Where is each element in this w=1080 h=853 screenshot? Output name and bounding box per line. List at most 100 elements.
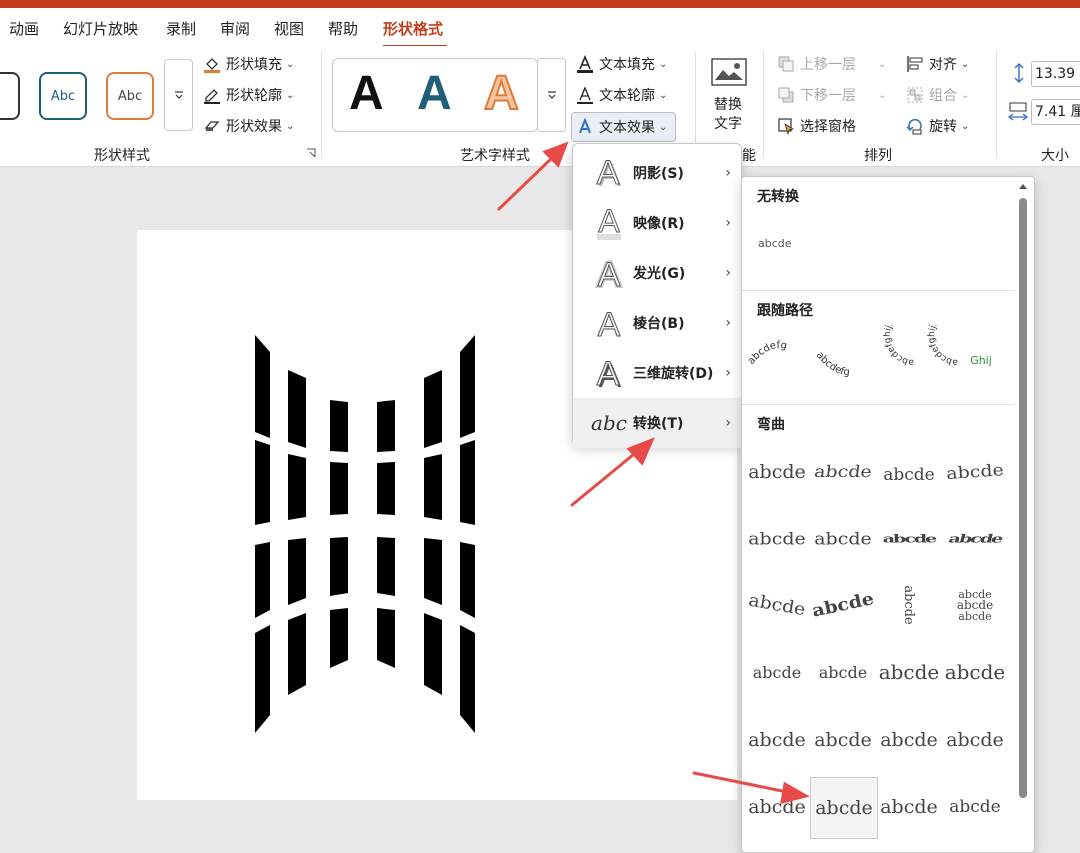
group-button[interactable]: 组合 ⌄ (906, 82, 969, 108)
tab-animation[interactable]: 动画 (9, 18, 39, 39)
chevron-right-icon: › (725, 415, 731, 431)
send-backward-button[interactable]: 下移一层 ⌄ (777, 82, 886, 108)
dialog-launcher-icon[interactable] (306, 148, 316, 158)
warp-option-triangle-up[interactable]: abcde (876, 445, 942, 505)
warp-option-inflate[interactable]: abcde (744, 777, 810, 837)
send-backward-icon (778, 87, 794, 103)
alt-text-button[interactable]: 替换 文字 (706, 56, 752, 136)
shadow-a-icon: AA (596, 156, 622, 190)
warp-option-stop[interactable]: abcde (807, 447, 879, 498)
no-transform-option[interactable]: abcde (758, 237, 792, 250)
text-outline-label: 文本轮廓 (599, 88, 655, 104)
warp-option-arch-up[interactable]: abcde (742, 573, 814, 638)
wordart-style-teal[interactable]: A (417, 66, 452, 121)
wordart-style-black[interactable]: A (349, 66, 384, 121)
shape-effects-button[interactable]: 形状效果 ⌄ (203, 113, 294, 139)
menu-divider (742, 404, 1014, 405)
text-fill-button[interactable]: 文本填充 ⌄ (576, 51, 667, 77)
menu-item-label: 棱台(B) (633, 316, 685, 332)
group-label-shape-styles: 形状样式 (94, 148, 150, 164)
shape-style-gallery-more[interactable] (164, 59, 193, 131)
menu-item-bevel[interactable]: A 棱台(B) › (573, 298, 741, 348)
warp-option-chevron-down[interactable]: abcde (810, 512, 876, 566)
svg-text:A: A (598, 204, 620, 239)
tab-slideshow[interactable]: 幻灯片放映 (63, 18, 138, 39)
follow-path-options[interactable]: abcdefg abcdefg abcdefghijklm abcdefghij… (746, 325, 1016, 395)
warp-option-double-wave-2[interactable]: abcde (942, 710, 1008, 770)
path-arch-up-sample[interactable]: abcdefg (746, 340, 788, 367)
svg-text:A: A (597, 356, 620, 390)
text-effects-button[interactable]: 文本效果 ⌄ (571, 112, 677, 142)
chevron-right-icon: › (725, 265, 731, 281)
warp-option-deflate-selected[interactable]: abcde (810, 777, 878, 839)
text-fill-a-icon (577, 55, 593, 73)
path-circle-sample[interactable]: abcdefghijklm (883, 325, 914, 367)
tab-view[interactable]: 视图 (274, 18, 304, 39)
warp-option-double-wave-1[interactable]: abcde (876, 710, 942, 770)
shape-style-orange[interactable]: Abc (106, 72, 154, 120)
warp-option-chevron-up[interactable]: abcde (744, 512, 810, 566)
menu-item-label: 阴影(S) (633, 166, 684, 182)
submenu-scrollbar[interactable] (1016, 178, 1030, 849)
shape-style-black[interactable]: c (0, 72, 20, 120)
warp-option-ring-inside[interactable]: abcde (876, 521, 942, 557)
shape-style-teal[interactable]: Abc (39, 72, 87, 120)
tab-review[interactable]: 审阅 (220, 18, 250, 39)
scrollbar-thumb[interactable] (1019, 198, 1027, 798)
align-button[interactable]: 对齐 ⌄ (906, 51, 969, 77)
paint-bucket-icon (204, 58, 220, 73)
text-outline-button[interactable]: 文本轮廓 ⌄ (576, 82, 667, 108)
group-objects-icon (907, 87, 923, 103)
wordart-style-orange-outline[interactable]: A (483, 66, 520, 121)
bring-forward-label: 上移一层 (800, 57, 856, 73)
warp-option-triangle-down[interactable]: abcde (940, 444, 1009, 499)
shape-height-icon (1014, 63, 1024, 83)
warp-option-can-up[interactable]: abcde (876, 642, 942, 702)
warp-option-can-down[interactable]: abcde (942, 642, 1008, 702)
shape-outline-button[interactable]: 形状轮廓 ⌄ (203, 82, 294, 108)
tab-shape-format[interactable]: 形状格式 (383, 18, 443, 39)
rotate-button[interactable]: 旋转 ⌄ (906, 113, 969, 139)
chevron-down-icon: ⌄ (961, 120, 970, 132)
warp-option-curve-down[interactable]: abcde (810, 642, 876, 702)
warp-option-button[interactable]: abcde abcde abcde (942, 575, 1008, 635)
warp-option-curve-up[interactable]: abcde (744, 642, 810, 702)
align-icon (907, 56, 923, 72)
menu-item-3d-rotation[interactable]: AA 三维旋转(D) › (573, 348, 741, 398)
warp-option-circle[interactable]: abcde (879, 572, 939, 638)
menu-item-shadow[interactable]: AA 阴影(S) › (573, 148, 741, 198)
warp-option-deflate-bottom[interactable]: abcde (942, 777, 1008, 837)
menu-item-label: 三维旋转(D) (633, 366, 714, 382)
chevron-down-icon: ⌄ (659, 121, 668, 133)
shape-height-input[interactable]: 13.39 (1031, 61, 1080, 87)
chevron-down-icon: ⌄ (286, 89, 295, 101)
warp-option-arch-down[interactable]: abcde (805, 572, 881, 639)
warp-button-line: abcde (956, 597, 994, 612)
menu-item-reflection[interactable]: A 映像(R) › (573, 198, 741, 248)
gallery-expand-icon (547, 91, 556, 99)
warp-option-wave-1[interactable]: abcde (744, 710, 810, 770)
text-fill-label: 文本填充 (599, 57, 655, 73)
bring-forward-button[interactable]: 上移一层 ⌄ (777, 51, 886, 77)
shape-fill-button[interactable]: 形状填充 ⌄ (203, 51, 294, 77)
menu-item-transform[interactable]: abc 转换(T) › (573, 398, 741, 448)
warp-option-ring-outside[interactable]: abcde (937, 521, 1014, 557)
path-arch-down-sample[interactable]: abcdefg (814, 350, 850, 378)
selection-pane-button[interactable]: 选择窗格 (777, 113, 856, 139)
reflection-a-icon: A (597, 204, 621, 240)
warp-option-plain[interactable]: abcde (744, 442, 810, 502)
chevron-right-icon: › (725, 315, 731, 331)
menu-item-label: 映像(R) (633, 216, 685, 232)
tab-record[interactable]: 录制 (166, 18, 196, 39)
warp-option-inflate-bottom[interactable]: abcde (876, 777, 942, 837)
menu-item-glow[interactable]: AA 发光(G) › (573, 248, 741, 298)
warped-wordart-shape[interactable] (250, 330, 480, 740)
alt-text-image-icon (711, 58, 747, 86)
section-warp: 弯曲 (757, 417, 785, 433)
shape-width-input[interactable]: 7.41 厘 (1031, 99, 1080, 125)
warp-option-wave-2[interactable]: abcde (810, 710, 876, 770)
path-button-sample[interactable]: abcdefghijklmnop (927, 325, 965, 367)
scroll-up-arrow-icon[interactable] (1016, 180, 1030, 192)
tab-help[interactable]: 帮助 (328, 18, 358, 39)
wordart-gallery-more[interactable] (537, 58, 566, 132)
